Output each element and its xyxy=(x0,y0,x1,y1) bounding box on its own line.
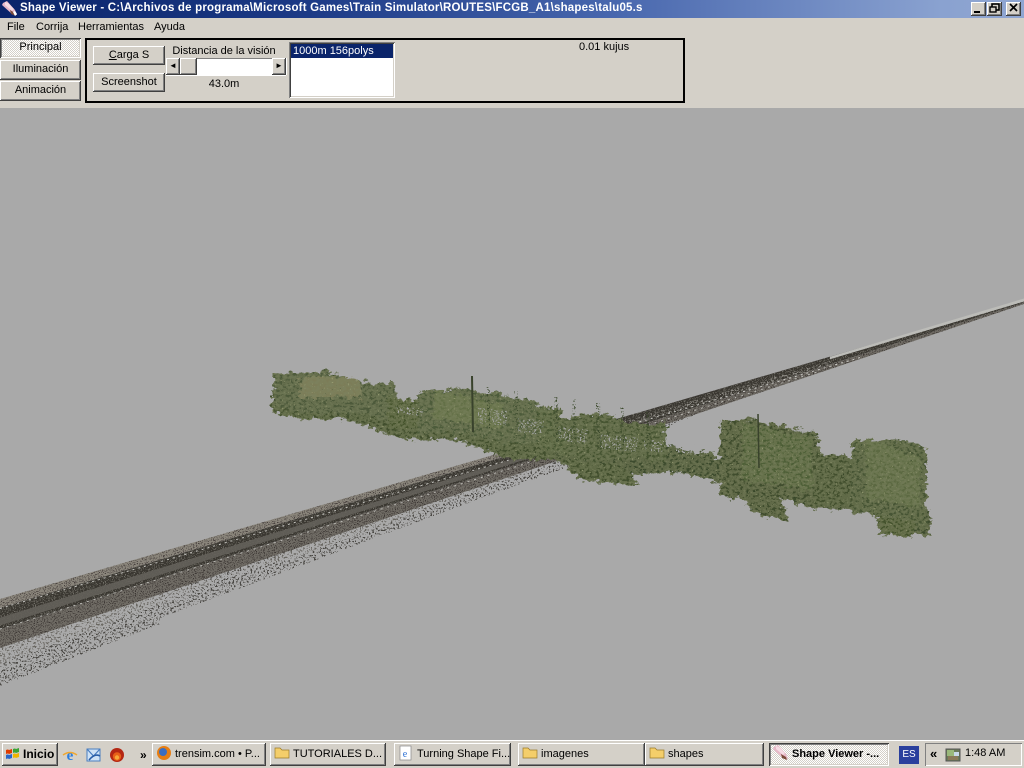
svg-text:e: e xyxy=(67,748,74,764)
svg-text:»: » xyxy=(140,748,147,762)
svg-text:e: e xyxy=(403,749,408,760)
